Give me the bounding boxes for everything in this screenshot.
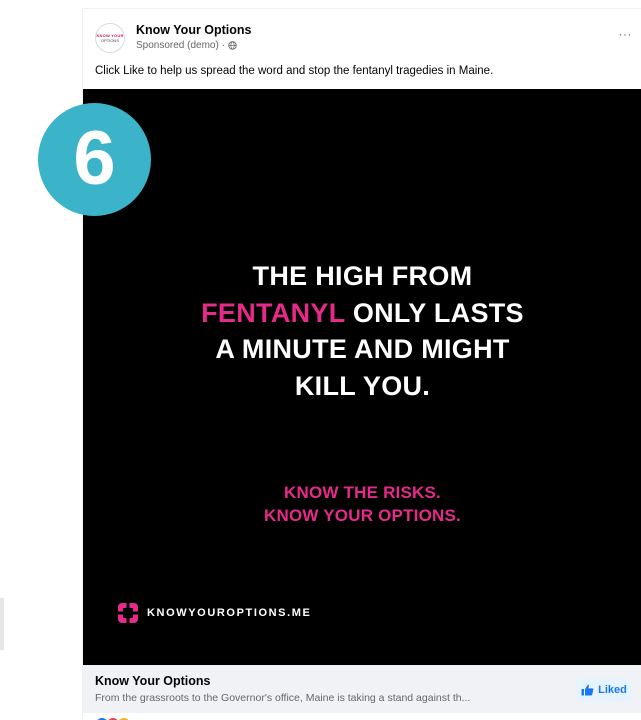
headline-line-2-rest: ONLY LASTS [345, 297, 524, 328]
link-preview-bar[interactable]: Know Your Options From the grassroots to… [83, 665, 641, 713]
step-number-badge: 6 [38, 103, 151, 216]
sponsored-post-card: KNOW YOUR OPTIONS Know Your Options Spon… [82, 8, 641, 720]
thumbs-up-icon [581, 684, 594, 696]
post-caption: Click Like to help us spread the word an… [95, 65, 494, 77]
tagline-line-1: KNOW THE RISKS. [284, 483, 441, 502]
screenshot-root: KNOW YOUR OPTIONS Know Your Options Spon… [0, 0, 641, 720]
headline-highlight-word: FENTANYL [201, 297, 346, 328]
link-preview-description: From the grassroots to the Governor's of… [95, 692, 471, 704]
brand-url-text: KNOWYOUROPTIONS.ME [147, 607, 312, 619]
liked-button[interactable]: Liked [576, 678, 632, 702]
ad-brand-mark: KNOWYOUROPTIONS.ME [117, 602, 311, 624]
headline-line-2: FENTANYL ONLY LASTS [83, 295, 641, 332]
left-edge-divider [0, 598, 4, 650]
tagline-line-2: KNOW YOUR OPTIONS. [264, 506, 461, 525]
sponsored-text: Sponsored (demo) · [136, 40, 225, 51]
globe-icon [228, 41, 237, 50]
headline-line-1: THE HIGH FROM [252, 261, 473, 291]
avatar-logo-text-bottom: OPTIONS [100, 38, 119, 43]
ad-creative-image[interactable]: THE HIGH FROM FENTANYL ONLY LASTS A MINU… [83, 89, 641, 665]
liked-button-label: Liked [598, 684, 627, 696]
brand-logo-icon [117, 602, 139, 624]
page-name-link[interactable]: Know Your Options [136, 23, 252, 37]
post-header: KNOW YOUR OPTIONS Know Your Options Spon… [95, 19, 641, 59]
link-preview-title[interactable]: Know Your Options [95, 674, 211, 688]
ad-tagline: KNOW THE RISKS. KNOW YOUR OPTIONS. [83, 481, 641, 527]
ad-headline: THE HIGH FROM FENTANYL ONLY LASTS A MINU… [83, 258, 641, 404]
headline-line-4: KILL YOU. [294, 370, 431, 401]
step-number: 6 [73, 115, 116, 201]
page-avatar[interactable]: KNOW YOUR OPTIONS [95, 23, 125, 53]
more-options-icon[interactable]: ··· [619, 27, 633, 41]
headline-line-3: A MINUTE AND MIGHT [215, 334, 510, 364]
sponsored-label: Sponsored (demo) · [136, 40, 237, 51]
